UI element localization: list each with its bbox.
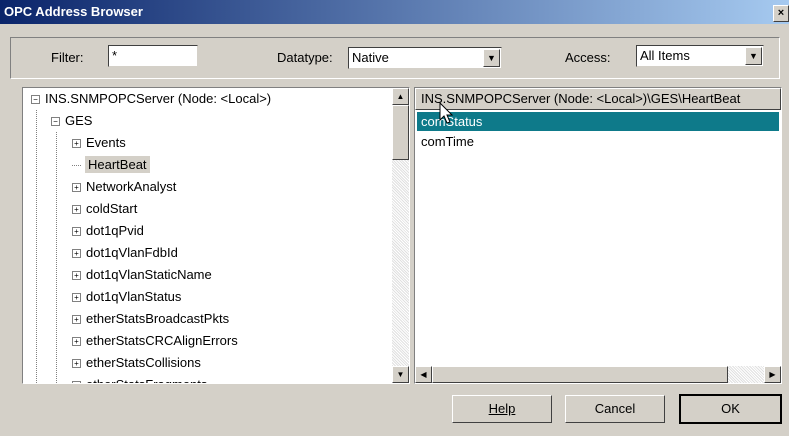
expand-icon[interactable]: + [72,337,81,347]
items-panel: INS.SNMPOPCServer (Node: <Local>)\GES\He… [414,87,782,384]
cancel-button-label: Cancel [594,401,636,416]
tree-node-label: dot1qPvid [86,223,144,238]
tree-root-label: INS.SNMPOPCServer (Node: <Local>) [45,91,272,106]
datatype-dropdown-icon[interactable]: ▼ [483,49,500,67]
mouse-cursor-icon [439,102,454,124]
tree-view[interactable]: − INS.SNMPOPCServer (Node: <Local>) − GES … [23,88,392,383]
item-list-row[interactable]: comTime [417,132,779,151]
datatype-select[interactable]: Native ▼ [348,47,502,69]
tree-node-label: etherStatsBroadcastPkts [86,311,230,326]
tree-node-label: HeartBeat [85,156,150,173]
datatype-value: Native [352,50,389,65]
scroll-left-icon[interactable]: ◀ [415,366,432,383]
expand-icon[interactable]: + [72,227,81,237]
cancel-button[interactable]: Cancel [565,395,665,423]
tree-node-item[interactable]: + dot1qVlanStaticName [72,264,212,286]
help-button[interactable]: Help [452,395,552,423]
expand-icon[interactable]: + [72,139,81,149]
tree-node-item[interactable]: + etherStatsCRCAlignErrors [72,330,238,352]
tree-node-item[interactable]: + etherStatsBroadcastPkts [72,308,229,330]
access-select[interactable]: All Items ▼ [636,45,764,67]
scroll-thumb[interactable] [392,105,409,160]
access-value: All Items [640,48,690,63]
tree-node-label: Events [86,135,126,150]
collapse-icon[interactable]: − [51,117,60,127]
expand-icon[interactable]: + [72,205,81,215]
tree-node-label: NetworkAnalyst [86,179,177,194]
expand-icon[interactable]: + [72,293,81,303]
expand-icon[interactable]: + [72,249,81,259]
tree-scrollbar[interactable]: ▲ ▼ [392,88,409,383]
tree-node-ges[interactable]: − GES [51,110,92,132]
access-label: Access: [565,50,611,65]
datatype-label: Datatype: [277,50,333,65]
items-hscrollbar[interactable]: ◀ ▶ [415,366,781,383]
tree-node-label: dot1qVlanFdbId [86,245,178,260]
expand-icon[interactable]: + [72,315,81,325]
help-button-label: Help [488,401,516,416]
ok-button-label: OK [721,401,740,416]
tree-node-label: coldStart [86,201,138,216]
window-title: OPC Address Browser [4,4,143,19]
expand-icon[interactable]: + [72,381,81,383]
tree-node-label: etherStatsFragments [86,377,207,383]
tree-node-item[interactable]: + dot1qVlanStatus [72,286,181,308]
filter-bar: Filter: * Datatype: Native ▼ Access: All… [10,37,780,79]
scroll-down-icon[interactable]: ▼ [392,366,409,383]
leaf-connector [72,165,81,167]
tree-group-label: GES [65,113,93,128]
hscroll-thumb[interactable] [432,366,728,383]
tree-node-item[interactable]: + etherStatsCollisions [72,352,201,374]
title-bar[interactable]: OPC Address Browser × [0,0,789,24]
ok-button[interactable]: OK [679,394,782,424]
tree-node-item[interactable]: + coldStart [72,198,137,220]
tree-node-item[interactable]: + etherStatsFragments [72,374,207,383]
access-dropdown-icon[interactable]: ▼ [745,47,762,65]
tree-node-label: etherStatsCollisions [86,355,201,370]
tree-root-node[interactable]: − INS.SNMPOPCServer (Node: <Local>) [31,88,271,110]
tree-node-item[interactable]: + Events [72,132,126,154]
tree-node-item[interactable]: + dot1qVlanFdbId [72,242,178,264]
scroll-right-icon[interactable]: ▶ [764,366,781,383]
expand-icon[interactable]: + [72,359,81,369]
tree-node-item[interactable]: + dot1qPvid [72,220,144,242]
item-list-row[interactable]: comStatus [417,112,779,131]
expand-icon[interactable]: + [72,183,81,193]
close-icon[interactable]: × [773,5,789,22]
tree-panel: − INS.SNMPOPCServer (Node: <Local>) − GES … [22,87,410,384]
collapse-icon[interactable]: − [31,95,40,105]
scroll-up-icon[interactable]: ▲ [392,88,409,105]
items-column-header[interactable]: INS.SNMPOPCServer (Node: <Local>)\GES\He… [415,88,781,110]
tree-node-item[interactable]: + NetworkAnalyst [72,176,176,198]
opc-address-browser-window: OPC Address Browser × Filter: * Datatype… [0,0,789,436]
tree-node-label: etherStatsCRCAlignErrors [86,333,238,348]
item-list[interactable]: comStatus comTime [415,111,781,365]
tree-node-label: dot1qVlanStatus [86,289,182,304]
expand-icon[interactable]: + [72,271,81,281]
tree-node-label: dot1qVlanStaticName [86,267,212,282]
filter-input[interactable]: * [108,45,198,67]
filter-label: Filter: [51,50,84,65]
tree-node-item[interactable]: HeartBeat [72,154,150,176]
